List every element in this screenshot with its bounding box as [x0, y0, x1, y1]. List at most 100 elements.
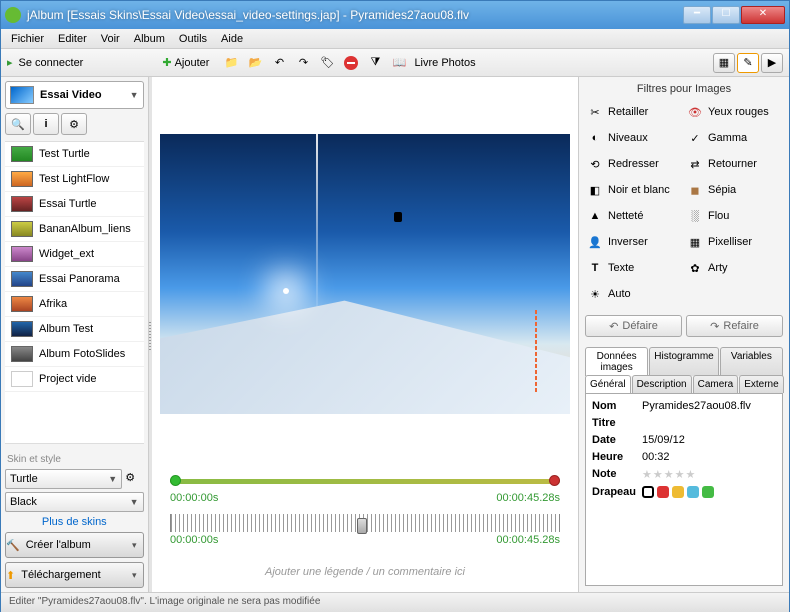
flag-picker[interactable]	[642, 486, 714, 498]
filter-invert[interactable]: 👤Inverser	[585, 231, 683, 253]
trim-timeline: 00:00:00s 00:00:45.28s 00:00:00s 00:00:4…	[160, 471, 570, 546]
livre-button[interactable]: Livre Photos	[414, 57, 475, 69]
trim-start-handle[interactable]	[170, 475, 181, 486]
tab-description[interactable]: Description	[632, 375, 692, 393]
filter-icon[interactable]: ⧩	[366, 54, 384, 72]
close-button[interactable]: ✕	[741, 6, 785, 24]
right-panel: Filtres pour Images ✂Retailler 👁Yeux rou…	[579, 77, 789, 592]
tab-camera[interactable]: Camera	[693, 375, 739, 393]
sharpen-icon: ▲	[587, 208, 603, 224]
edit-view-icon[interactable]: ✎	[737, 53, 759, 73]
filter-blur[interactable]: ░Flou	[685, 205, 783, 227]
menu-aide[interactable]: Aide	[215, 31, 249, 47]
menu-voir[interactable]: Voir	[95, 31, 126, 47]
album-item[interactable]: Essai Panorama	[5, 267, 144, 292]
tab-external[interactable]: Externe	[739, 375, 783, 393]
open-folder-icon[interactable]: 📂	[246, 54, 264, 72]
style-select[interactable]: Black▼	[5, 492, 144, 512]
prop-key: Note	[592, 468, 642, 481]
filter-gamma[interactable]: ✓Gamma	[685, 127, 783, 149]
video-preview[interactable]	[160, 134, 570, 414]
caption-input[interactable]: Ajouter une légende / un commentaire ici	[160, 560, 570, 584]
search-button[interactable]: 🔍	[5, 113, 31, 135]
filter-pixelate[interactable]: ▦Pixelliser	[685, 231, 783, 253]
filter-straighten[interactable]: ⟲Redresser	[585, 153, 683, 175]
tab-general[interactable]: Général	[585, 375, 631, 393]
titlebar: jAlbum [Essais Skins\Essai Video\essai_v…	[1, 1, 789, 29]
album-item[interactable]: BananAlbum_liens	[5, 217, 144, 242]
settings-button[interactable]: ⚙	[61, 113, 87, 135]
info-button[interactable]: i	[33, 113, 59, 135]
flag-red[interactable]	[657, 486, 669, 498]
sidebar: Essai Video ▼ 🔍 i ⚙ Test Turtle Test Lig…	[1, 77, 149, 592]
menu-editer[interactable]: Editer	[52, 31, 93, 47]
trim-start-time: 00:00:00s	[170, 492, 218, 504]
filter-sepia[interactable]: ◼Sépia	[685, 179, 783, 201]
flag-blue[interactable]	[687, 486, 699, 498]
prop-key: Drapeau	[592, 486, 642, 498]
album-item[interactable]: Project vide	[5, 367, 144, 392]
album-item[interactable]: Album Test	[5, 317, 144, 342]
trim-bar[interactable]	[170, 479, 560, 484]
prop-key: Heure	[592, 451, 642, 463]
album-item[interactable]: Widget_ext	[5, 242, 144, 267]
skin-settings-button[interactable]: ⚙	[125, 471, 143, 491]
create-album-button[interactable]: 🔨Créer l'album▾	[5, 532, 144, 558]
tab-variables[interactable]: Variables	[720, 347, 783, 376]
filter-text[interactable]: TTexte	[585, 257, 683, 279]
album-item[interactable]: Album FotoSlides	[5, 342, 144, 367]
tag-icon[interactable]: 🏷	[318, 54, 336, 72]
menu-fichier[interactable]: Fichier	[5, 31, 50, 47]
seek-slider[interactable]	[170, 514, 560, 532]
new-folder-icon[interactable]: 📁	[222, 54, 240, 72]
dropdown-icon[interactable]: ▼	[130, 90, 139, 100]
undo-button[interactable]: ↶Défaire	[585, 315, 682, 337]
seek-handle[interactable]	[357, 518, 367, 534]
connect-button[interactable]: Se connecter	[19, 57, 84, 69]
add-button[interactable]: ✚ Ajouter	[155, 53, 216, 72]
redo-button[interactable]: ↷Refaire	[686, 315, 783, 337]
album-item[interactable]: Essai Turtle	[5, 192, 144, 217]
trim-end-handle[interactable]	[549, 475, 560, 486]
filter-auto[interactable]: ☀Auto	[585, 283, 683, 305]
properties-panel: NomPyramides27aou08.flv Titre Date15/09/…	[585, 393, 783, 586]
book-icon[interactable]: 📖	[390, 54, 408, 72]
flag-green[interactable]	[702, 486, 714, 498]
remove-icon[interactable]	[342, 54, 360, 72]
flag-yellow[interactable]	[672, 486, 684, 498]
menu-album[interactable]: Album	[128, 31, 171, 47]
expand-icon[interactable]: ▸	[7, 56, 13, 69]
skin-select[interactable]: Turtle▼	[5, 469, 122, 489]
filter-bw[interactable]: ◧Noir et blanc	[585, 179, 683, 201]
filter-levels[interactable]: ◐Niveaux	[585, 127, 683, 149]
filter-flip[interactable]: ⇄Retourner	[685, 153, 783, 175]
tab-image-data[interactable]: Données images	[585, 347, 648, 376]
filter-crop[interactable]: ✂Retailler	[585, 101, 683, 123]
album-item[interactable]: Afrika	[5, 292, 144, 317]
more-skins-link[interactable]: Plus de skins	[5, 516, 144, 528]
rotate-right-icon[interactable]: ↷	[294, 54, 312, 72]
minimize-button[interactable]: ━	[683, 6, 711, 24]
statusbar: Editer "Pyramides27aou08.flv". L'image o…	[1, 592, 789, 612]
menu-outils[interactable]: Outils	[173, 31, 213, 47]
preview-view-icon[interactable]: ▶	[761, 53, 783, 73]
album-item[interactable]: Test Turtle	[5, 142, 144, 167]
current-album[interactable]: Essai Video ▼	[5, 81, 144, 109]
filter-sharpen[interactable]: ▲Netteté	[585, 205, 683, 227]
filter-redeye[interactable]: 👁Yeux rouges	[685, 101, 783, 123]
album-item[interactable]: Test LightFlow	[5, 167, 144, 192]
app-icon	[5, 7, 21, 23]
straighten-icon: ⟲	[587, 156, 603, 172]
maximize-button[interactable]: ☐	[712, 6, 740, 24]
filter-arty[interactable]: ✿Arty	[685, 257, 783, 279]
grid-view-icon[interactable]: ▦	[713, 53, 735, 73]
rotate-left-icon[interactable]: ↶	[270, 54, 288, 72]
download-button[interactable]: ⬆Téléchargement▾	[5, 562, 144, 588]
album-thumb	[10, 86, 34, 104]
tab-histogram[interactable]: Histogramme	[649, 347, 718, 376]
flag-none[interactable]	[642, 486, 654, 498]
sepia-icon: ◼	[687, 182, 703, 198]
album-list[interactable]: Test Turtle Test LightFlow Essai Turtle …	[5, 141, 144, 444]
rating-stars[interactable]: ★★★★★	[642, 468, 696, 481]
pixelate-icon: ▦	[687, 234, 703, 250]
